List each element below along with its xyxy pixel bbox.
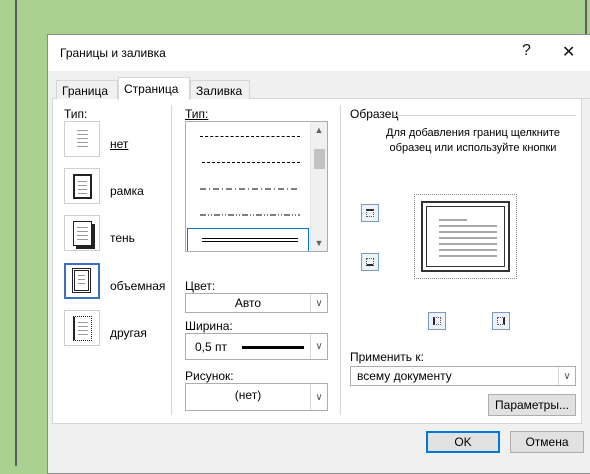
help-button[interactable]: ?: [522, 42, 531, 60]
width-preview-line: [242, 346, 304, 349]
preview-hint: Для добавления границ щелкните образец и…: [386, 127, 560, 154]
page-shape: [73, 221, 92, 246]
line-style-scrollbar[interactable]: ▲ ▼: [310, 122, 327, 251]
color-label: Цвет:: [185, 279, 216, 293]
top-border-icon: [366, 209, 374, 217]
dialog-title: Границы и заливка: [60, 46, 166, 60]
tab-label: Граница: [62, 84, 109, 98]
apply-to-combo[interactable]: всему документу ∨: [350, 366, 576, 386]
dash-dot-stroke: [200, 188, 300, 190]
options-button-label: Параметры...: [495, 398, 569, 412]
chevron-down-icon[interactable]: ∨: [558, 367, 575, 385]
width-value: 0,5 пт: [195, 339, 228, 354]
color-value: Авто: [234, 296, 262, 310]
setting-custom-label[interactable]: другая: [110, 326, 147, 340]
line-style-list[interactable]: ▲ ▼: [185, 121, 328, 252]
close-button[interactable]: ✕: [562, 42, 575, 62]
left-border-button[interactable]: [428, 312, 446, 330]
options-button[interactable]: Параметры...: [488, 394, 576, 416]
cancel-button-label: Отмена: [525, 435, 569, 449]
preview-page: [421, 201, 510, 272]
preview-group-label: Образец: [350, 107, 399, 121]
line-style-option[interactable]: [186, 150, 310, 176]
page-shape: [72, 268, 91, 293]
box-border-icon[interactable]: [64, 168, 100, 204]
line-style-option[interactable]: [186, 124, 310, 150]
ok-button[interactable]: OK: [426, 431, 500, 453]
setting-3d-label[interactable]: объемная: [110, 279, 165, 293]
none-border-icon[interactable]: [64, 121, 100, 157]
page-shape: [73, 174, 92, 199]
line-style-option[interactable]: [186, 202, 310, 228]
setting-box-label[interactable]: рамка: [110, 184, 144, 198]
left-border-icon: [433, 317, 441, 325]
tab-label: Страница: [124, 82, 179, 96]
tab-label: Заливка: [196, 84, 243, 98]
art-combo[interactable]: (нет) ∨: [185, 383, 328, 411]
tab-borders[interactable]: Граница: [56, 80, 118, 99]
tab-page-border[interactable]: Страница: [118, 77, 190, 100]
line-style-option[interactable]: [186, 176, 310, 202]
shadow-border-icon[interactable]: [64, 215, 100, 251]
chevron-down-icon[interactable]: ∨: [310, 384, 327, 410]
cancel-button[interactable]: Отмена: [510, 431, 584, 453]
style-label: Тип:: [185, 107, 209, 121]
page-lines: [74, 127, 91, 152]
width-combo[interactable]: 0,5 пт ∨: [185, 333, 328, 360]
column-separator: [340, 105, 341, 415]
page-shape: [73, 316, 92, 341]
preview-sample[interactable]: [414, 194, 517, 279]
tab-shading[interactable]: Заливка: [190, 80, 250, 99]
scrollbar-thumb[interactable]: [314, 149, 325, 169]
setting-none-label[interactable]: нет: [110, 137, 128, 151]
custom-border-icon[interactable]: [64, 310, 100, 346]
dash-dot-dot-stroke: [200, 214, 300, 216]
apply-to-label: Применить к:: [350, 350, 424, 364]
column-separator: [171, 105, 172, 415]
chevron-down-icon[interactable]: ∨: [310, 334, 327, 359]
apply-to-value: всему документу: [357, 369, 452, 383]
right-border-button[interactable]: [492, 312, 510, 330]
top-border-button[interactable]: [361, 204, 379, 222]
3d-border-icon[interactable]: [64, 263, 100, 299]
borders-and-shading-dialog: Границы и заливка ? ✕ Граница Страница З…: [47, 34, 590, 474]
scroll-up-icon[interactable]: ▲: [311, 125, 327, 135]
line-style-option-selected[interactable]: [187, 228, 309, 251]
right-border-icon: [497, 317, 505, 325]
ok-button-label: OK: [454, 435, 472, 449]
chevron-down-icon[interactable]: ∨: [310, 294, 327, 312]
background-gridline: [15, 0, 17, 466]
preview-group-line: [394, 115, 576, 116]
setting-shadow-label[interactable]: тень: [110, 231, 135, 245]
bottom-border-button[interactable]: [361, 253, 379, 271]
art-value: (нет): [234, 388, 262, 402]
bottom-border-icon: [366, 258, 374, 266]
width-label: Ширина:: [185, 319, 233, 333]
title-bar: Границы и заливка ? ✕: [48, 35, 590, 71]
color-combo[interactable]: Авто ∨: [185, 293, 328, 313]
scroll-down-icon[interactable]: ▼: [311, 238, 327, 248]
setting-label: Тип:: [64, 107, 88, 121]
